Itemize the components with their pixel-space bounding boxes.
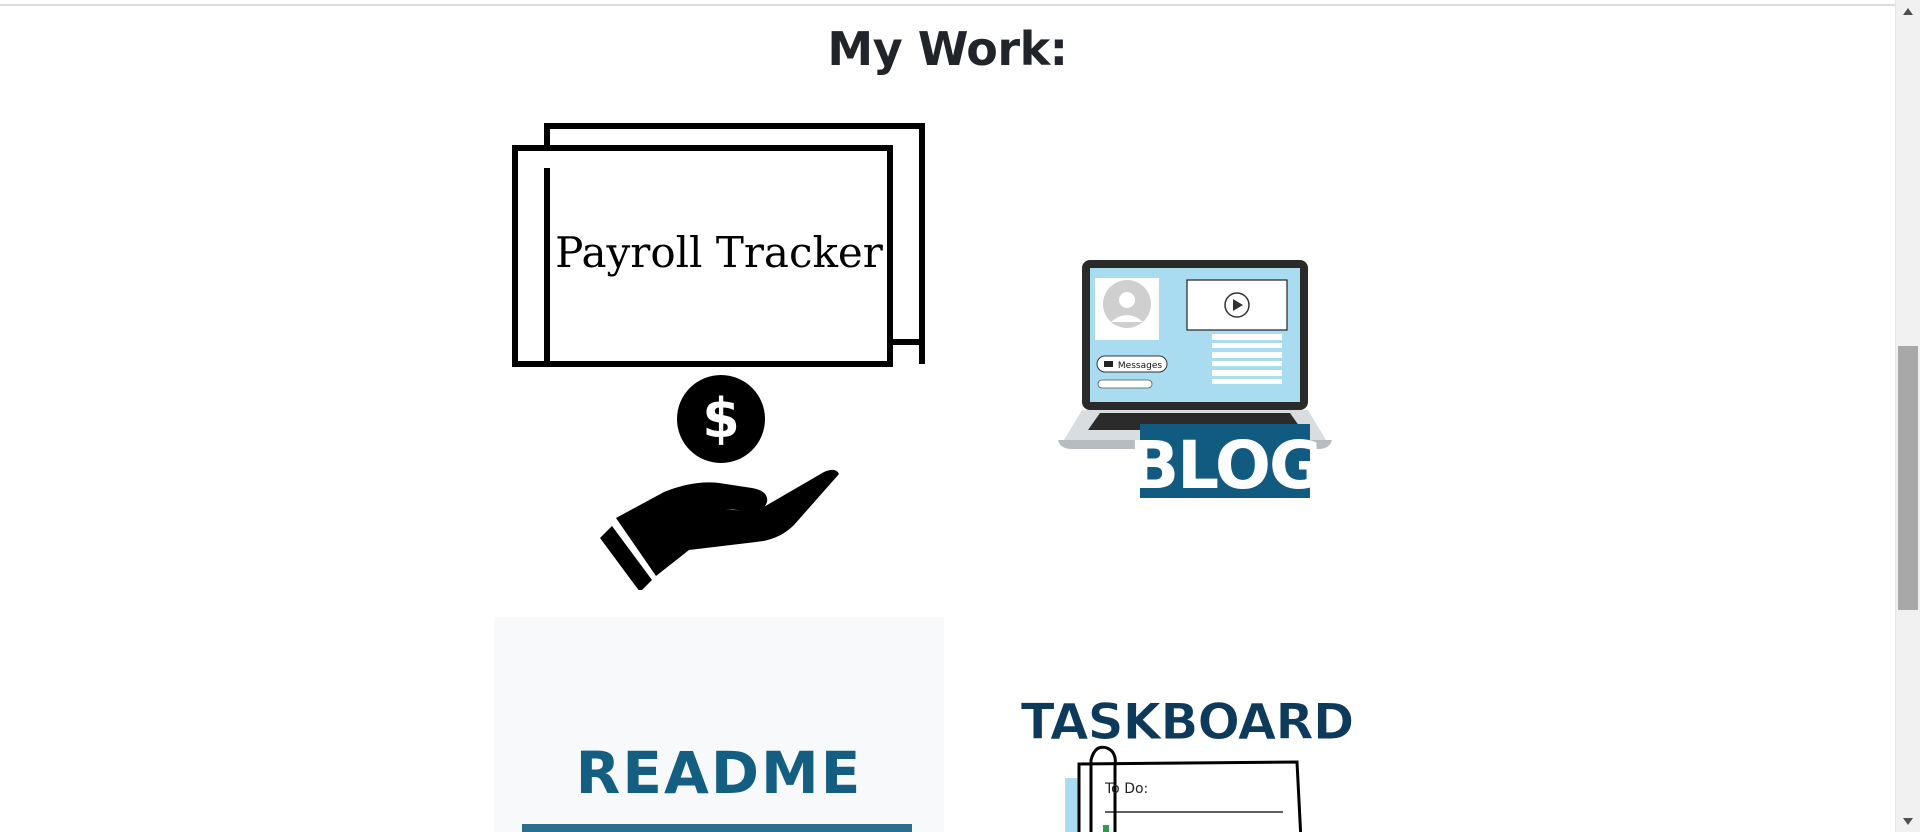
readme-label: README [576, 739, 863, 807]
project-card-readme[interactable]: README [494, 617, 944, 832]
svg-text:$: $ [702, 387, 740, 450]
svg-text:BLOG: BLOG [1129, 427, 1321, 504]
taskboard-label: TASKBOARD [1021, 693, 1354, 751]
laptop-icon: Messages BLOG [1058, 260, 1332, 504]
scroll-up-icon[interactable] [1896, 2, 1920, 20]
page-title: My Work: [827, 22, 1068, 76]
vertical-scrollbar[interactable] [1895, 0, 1920, 832]
scroll-down-icon[interactable] [1896, 812, 1920, 830]
dollar-hand-icon: $ [600, 375, 839, 590]
top-border [0, 0, 1895, 6]
scrollbar-thumb[interactable] [1898, 346, 1918, 610]
project-card-payroll[interactable]: Payroll Tracker $ [494, 110, 944, 590]
svg-text:Messages: Messages [1118, 361, 1162, 371]
project-card-blog[interactable]: Messages BLOG [1030, 248, 1370, 508]
svg-text:To Do:: To Do: [1104, 781, 1148, 797]
project-card-taskboard[interactable]: TASKBOARD To Do: [995, 690, 1380, 832]
clipboard-icon: To Do: [1065, 745, 1303, 832]
payroll-label: Payroll Tracker [555, 228, 884, 277]
